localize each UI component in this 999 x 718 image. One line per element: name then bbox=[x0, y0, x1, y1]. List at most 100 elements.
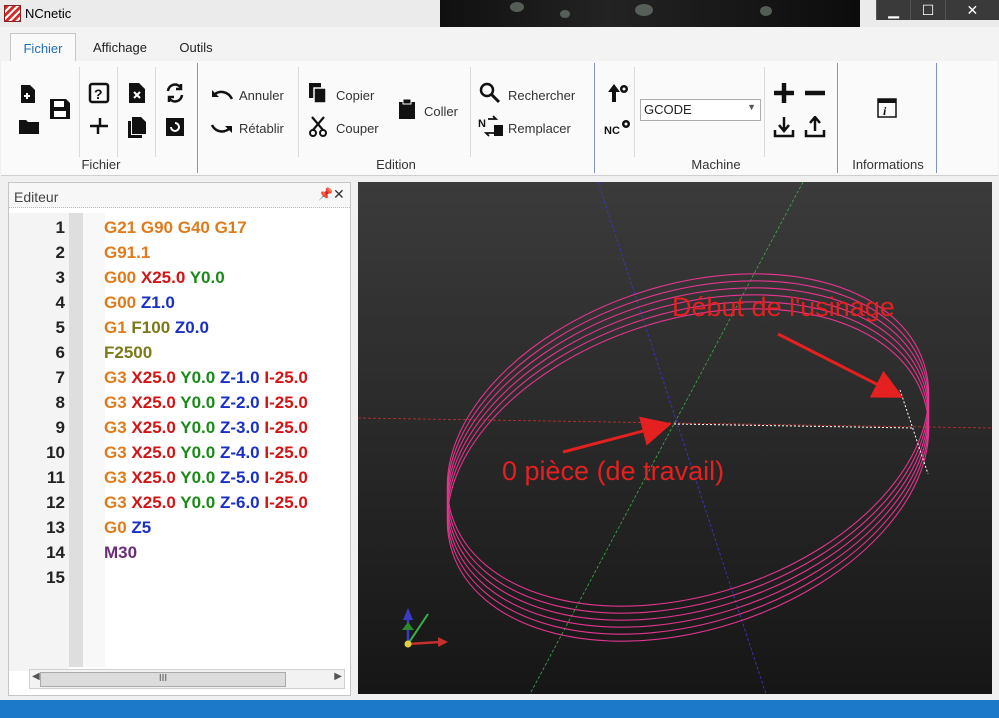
code-token: Y0.0 bbox=[180, 368, 220, 387]
close-window-button[interactable]: ✕ bbox=[944, 0, 999, 20]
replace-button[interactable]: Remplacer bbox=[508, 121, 571, 136]
code-token: G3 bbox=[104, 393, 132, 412]
save-icon[interactable] bbox=[48, 97, 72, 121]
code-line[interactable]: 10 G3 X25.0 Y0.0 Z-4.0 I-25.0 bbox=[9, 440, 350, 465]
machine-select[interactable]: GCODE ▼ bbox=[640, 99, 761, 121]
window-controls: ▁ ☐ ✕ bbox=[876, 0, 999, 20]
code-text: G3 X25.0 Y0.0 Z-2.0 I-25.0 bbox=[104, 390, 348, 415]
cut-icon[interactable] bbox=[307, 115, 329, 137]
code-line[interactable]: 8 G3 X25.0 Y0.0 Z-2.0 I-25.0 bbox=[9, 390, 350, 415]
tab-outils[interactable]: Outils bbox=[168, 33, 224, 61]
machine-settings-icon[interactable] bbox=[606, 81, 630, 105]
redo-icon[interactable] bbox=[210, 119, 234, 137]
new-file-icon[interactable] bbox=[17, 83, 39, 105]
code-line[interactable]: 7 G3 X25.0 Y0.0 Z-1.0 I-25.0 bbox=[9, 365, 350, 390]
plus-icon[interactable] bbox=[772, 81, 796, 105]
maximize-button[interactable]: ☐ bbox=[910, 0, 944, 20]
scroll-right-icon[interactable]: ▶ bbox=[334, 671, 342, 682]
line-number: 1 bbox=[55, 218, 65, 237]
code-line[interactable]: 9 G3 X25.0 Y0.0 Z-3.0 I-25.0 bbox=[9, 415, 350, 440]
search-icon[interactable] bbox=[478, 81, 502, 105]
info-icon[interactable]: i bbox=[876, 97, 898, 119]
move-down-icon[interactable] bbox=[772, 115, 796, 139]
code-token: Z-2.0 bbox=[219, 393, 265, 412]
copy-icon[interactable] bbox=[307, 82, 329, 104]
code-line[interactable]: 1 G21 G90 G40 G17 bbox=[9, 215, 350, 240]
code-text: G00 Z1.0 bbox=[104, 290, 348, 315]
open-folder-icon[interactable] bbox=[17, 115, 41, 137]
horizontal-scrollbar[interactable]: ◀ III ▶ bbox=[29, 669, 345, 689]
z-axis-line bbox=[597, 182, 767, 694]
move-up-icon[interactable] bbox=[803, 115, 827, 139]
code-line[interactable]: 3 G00 X25.0 Y0.0 bbox=[9, 265, 350, 290]
annotation-origin: 0 pièce (de travail) bbox=[502, 456, 725, 486]
ribbon: ? Fichier Annuler Rétablir Copier Couper… bbox=[1, 61, 998, 176]
code-line[interactable]: 11 G3 X25.0 Y0.0 Z-5.0 I-25.0 bbox=[9, 465, 350, 490]
code-token: G90 bbox=[140, 218, 178, 237]
code-text: G3 X25.0 Y0.0 Z-3.0 I-25.0 bbox=[104, 415, 348, 440]
axis-triad-icon bbox=[402, 608, 448, 648]
reload-file-icon[interactable] bbox=[163, 115, 187, 139]
tab-affichage[interactable]: Affichage bbox=[84, 33, 156, 61]
code-token: G91.1 bbox=[104, 243, 151, 262]
line-number: 3 bbox=[55, 268, 65, 287]
line-number: 15 bbox=[46, 568, 65, 587]
redo-button[interactable]: Rétablir bbox=[239, 121, 284, 136]
line-number: 11 bbox=[47, 468, 65, 487]
split-view-icon[interactable] bbox=[87, 115, 111, 137]
line-number: 5 bbox=[55, 318, 65, 337]
line-number: 7 bbox=[55, 368, 65, 387]
code-token: X25.0 bbox=[131, 468, 181, 487]
title-bar-background bbox=[440, 0, 860, 27]
refresh-icon[interactable] bbox=[163, 81, 187, 105]
title-bar: NCnetic ▁ ☐ ✕ bbox=[0, 0, 999, 28]
code-line[interactable]: 5 G1 F100 Z0.0 bbox=[9, 315, 350, 340]
pin-icon[interactable]: 📌 bbox=[318, 187, 333, 201]
code-line[interactable]: 6 F2500 bbox=[9, 340, 350, 365]
paste-icon[interactable] bbox=[397, 98, 417, 120]
code-text: G3 X25.0 Y0.0 Z-6.0 I-25.0 bbox=[104, 490, 348, 515]
close-file-icon[interactable] bbox=[125, 81, 149, 105]
undo-icon[interactable] bbox=[210, 85, 234, 103]
cut-button[interactable]: Couper bbox=[336, 121, 379, 136]
scrollbar-thumb[interactable]: III bbox=[40, 672, 286, 687]
start-arrow bbox=[777, 332, 904, 398]
close-all-icon[interactable] bbox=[125, 115, 149, 139]
code-token: Y0.0 bbox=[189, 268, 225, 287]
toolpath-pass bbox=[446, 273, 930, 607]
line-number: 13 bbox=[46, 518, 65, 537]
code-token: G00 bbox=[104, 293, 141, 312]
save-as-icon[interactable]: ? bbox=[87, 81, 111, 105]
annotation-start: Début de l'usinage bbox=[672, 292, 895, 322]
svg-text:i: i bbox=[883, 104, 887, 118]
code-line[interactable]: 13 G0 Z5 bbox=[9, 515, 350, 540]
window-title: NCnetic bbox=[25, 6, 72, 21]
line-number: 4 bbox=[55, 293, 65, 312]
nc-machine-icon[interactable]: NC bbox=[604, 117, 632, 137]
paste-button[interactable]: Coller bbox=[424, 104, 458, 119]
code-line[interactable]: 12 G3 X25.0 Y0.0 Z-6.0 I-25.0 bbox=[9, 490, 350, 515]
minimize-button[interactable]: ▁ bbox=[876, 0, 910, 20]
minus-icon[interactable] bbox=[803, 81, 827, 105]
code-token: G3 bbox=[104, 493, 132, 512]
line-number: 12 bbox=[46, 493, 65, 512]
svg-text:?: ? bbox=[94, 86, 103, 102]
tab-fichier[interactable]: Fichier bbox=[10, 33, 76, 62]
code-line[interactable]: 4 G00 Z1.0 bbox=[9, 290, 350, 315]
code-line[interactable]: 14 M30 bbox=[9, 540, 350, 565]
ribbon-tabs: Fichier Affichage Outils bbox=[0, 27, 999, 62]
code-line[interactable]: 15 bbox=[9, 565, 350, 590]
close-panel-button[interactable]: ✕ bbox=[333, 186, 345, 203]
toolpath-viewport[interactable]: Début de l'usinage 0 pièce (de travail) bbox=[358, 182, 992, 694]
copy-button[interactable]: Copier bbox=[336, 88, 374, 103]
code-line[interactable]: 2 G91.1 bbox=[9, 240, 350, 265]
scroll-left-icon[interactable]: ◀ bbox=[32, 671, 40, 682]
search-button[interactable]: Rechercher bbox=[508, 88, 575, 103]
code-token: G1 bbox=[104, 318, 132, 337]
code-text: G3 X25.0 Y0.0 Z-4.0 I-25.0 bbox=[104, 440, 348, 465]
replace-icon[interactable]: N bbox=[478, 115, 504, 137]
app-logo-icon bbox=[4, 5, 21, 22]
code-token: X25.0 bbox=[131, 368, 181, 387]
undo-button[interactable]: Annuler bbox=[239, 88, 284, 103]
code-token: I-25.0 bbox=[264, 493, 308, 512]
